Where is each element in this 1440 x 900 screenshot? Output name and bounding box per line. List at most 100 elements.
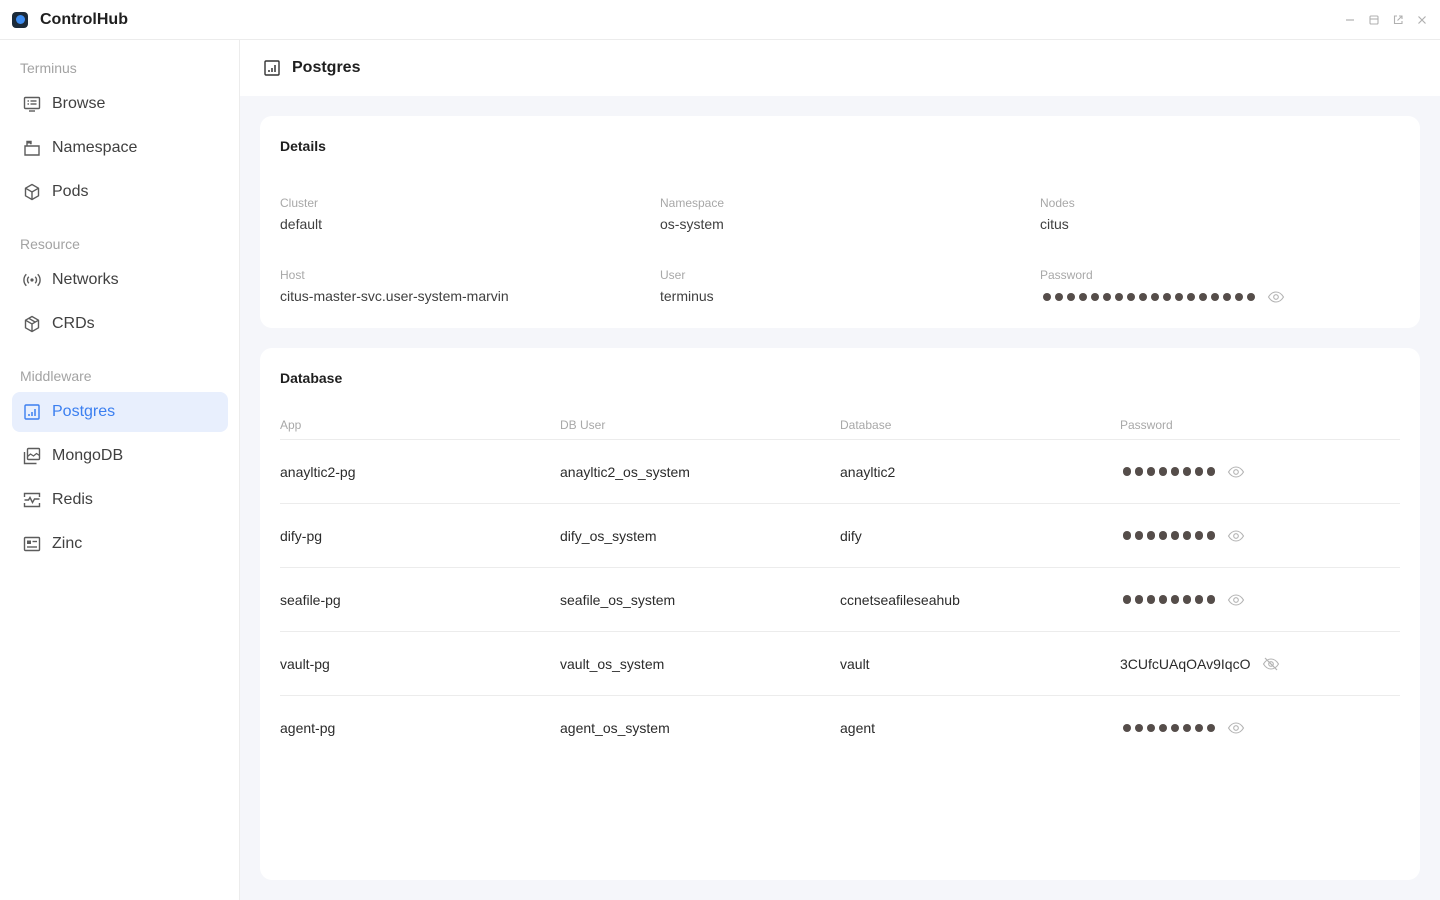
password-mask xyxy=(1040,292,1256,302)
field-label: Nodes xyxy=(1040,196,1075,210)
mask-dot xyxy=(1134,531,1144,540)
eye-icon xyxy=(1228,593,1245,606)
maximize-button[interactable] xyxy=(1366,10,1382,30)
cell-app: seafile-pg xyxy=(280,591,341,608)
close-button[interactable] xyxy=(1414,10,1430,30)
namespace-field: Namespace os-system xyxy=(660,196,724,232)
sidebar-item-label: Browse xyxy=(52,95,106,112)
field-label: Host xyxy=(280,268,305,282)
bar-chart-icon xyxy=(22,402,42,422)
section-label-resource: Resource xyxy=(20,236,80,252)
mask-dot xyxy=(1170,595,1180,604)
database-table: App DB User Database Password anayltic2-… xyxy=(280,410,1400,760)
mask-dot xyxy=(1123,467,1132,476)
nodes-field: Nodes citus xyxy=(1040,196,1075,232)
mask-dot xyxy=(1138,292,1148,302)
mask-dot xyxy=(1182,595,1192,604)
close-icon xyxy=(1418,16,1426,24)
cell-password xyxy=(1120,463,1400,481)
eye-icon xyxy=(1228,529,1245,542)
column-header-app: App xyxy=(280,417,302,432)
mask-dot xyxy=(1194,467,1204,476)
mask-dot xyxy=(1123,531,1132,540)
mask-dot xyxy=(1123,595,1132,604)
package-icon xyxy=(22,314,42,334)
mask-dot xyxy=(1054,292,1064,302)
sidebar-item-networks[interactable]: Networks xyxy=(12,260,228,300)
mask-dot xyxy=(1162,292,1172,302)
minimize-button[interactable] xyxy=(1342,10,1358,30)
password-mask xyxy=(1120,723,1216,733)
image-stack-icon xyxy=(22,446,42,466)
cell-db-user: anayltic2_os_system xyxy=(560,463,690,480)
cell-password xyxy=(1120,591,1400,609)
broadcast-icon xyxy=(22,270,42,290)
page-title: Postgres xyxy=(292,59,361,76)
mask-dot xyxy=(1246,292,1256,302)
show-password-toggle[interactable] xyxy=(1227,527,1245,545)
cell-password xyxy=(1120,527,1400,545)
hide-password-toggle[interactable] xyxy=(1262,655,1280,673)
mask-dot xyxy=(1194,531,1204,540)
details-card: Details Cluster default Namespace os-sys… xyxy=(260,116,1420,328)
table-row: vault-pg vault_os_system vault 3CUfcUAqOAv9… xyxy=(280,632,1400,696)
mask-dot xyxy=(1134,467,1144,476)
sidebar: Terminus Browse Namespace Pods Resource … xyxy=(0,40,240,900)
sidebar-item-label: Networks xyxy=(52,271,119,288)
column-header-db-user: DB User xyxy=(560,417,606,432)
host-field: Host citus-master-svc.user-system-marvin xyxy=(280,268,509,304)
mask-dot xyxy=(1126,292,1136,302)
show-password-toggle[interactable] xyxy=(1267,288,1285,306)
show-password-toggle[interactable] xyxy=(1227,591,1245,609)
table-row: dify-pg dify_os_system dify xyxy=(280,504,1400,568)
eye-icon xyxy=(1228,722,1245,734)
mask-dot xyxy=(1182,723,1192,733)
mask-dot xyxy=(1134,595,1144,604)
minimize-icon xyxy=(1346,19,1354,21)
cell-app: dify-pg xyxy=(280,527,323,544)
mask-dot xyxy=(1078,292,1088,302)
pulse-icon xyxy=(22,490,42,510)
mask-dot xyxy=(1182,467,1192,476)
eye-icon xyxy=(1228,465,1245,478)
mask-dot xyxy=(1146,723,1156,733)
cell-app: agent-pg xyxy=(280,720,336,736)
password-mask xyxy=(1120,595,1216,604)
mask-dot xyxy=(1134,723,1144,733)
cell-db-user: agent_os_system xyxy=(560,720,670,736)
sidebar-item-zinc[interactable]: Zinc xyxy=(12,524,228,564)
sidebar-item-crds[interactable]: CRDs xyxy=(12,304,228,344)
sidebar-item-pods[interactable]: Pods xyxy=(12,172,228,212)
mask-dot xyxy=(1158,595,1168,604)
column-header-password: Password xyxy=(1120,417,1173,432)
cell-database: agent xyxy=(840,720,876,736)
sidebar-item-label: Redis xyxy=(52,491,93,508)
password-mask xyxy=(1120,467,1216,476)
mask-dot xyxy=(1146,595,1156,604)
sidebar-item-label: Zinc xyxy=(52,535,83,552)
mask-dot xyxy=(1123,723,1132,733)
sidebar-item-redis[interactable]: Redis xyxy=(12,480,228,520)
mask-dot xyxy=(1158,467,1168,476)
mask-dot xyxy=(1194,723,1204,733)
sidebar-item-mongodb[interactable]: MongoDB xyxy=(12,436,228,476)
cell-app: vault-pg xyxy=(280,655,330,672)
sidebar-item-postgres[interactable]: Postgres xyxy=(12,392,228,432)
field-value: citus xyxy=(1040,216,1069,232)
eye-off-icon xyxy=(1263,657,1280,670)
sidebar-item-browse[interactable]: Browse xyxy=(12,84,228,124)
mask-dot xyxy=(1114,292,1124,302)
show-password-toggle[interactable] xyxy=(1227,719,1245,737)
password-field: Password xyxy=(1040,268,1285,306)
show-password-toggle[interactable] xyxy=(1227,463,1245,481)
sidebar-item-namespace[interactable]: Namespace xyxy=(12,128,228,168)
mask-dot xyxy=(1170,531,1180,540)
cell-db-user: dify_os_system xyxy=(560,527,657,544)
cell-database: dify xyxy=(840,527,862,544)
page-header: Postgres xyxy=(240,40,1440,96)
popout-button[interactable] xyxy=(1390,10,1406,30)
cell-app: anayltic2-pg xyxy=(280,463,356,480)
field-value xyxy=(1040,288,1285,306)
column-header-database: Database xyxy=(840,417,892,432)
field-label: Password xyxy=(1040,268,1093,282)
